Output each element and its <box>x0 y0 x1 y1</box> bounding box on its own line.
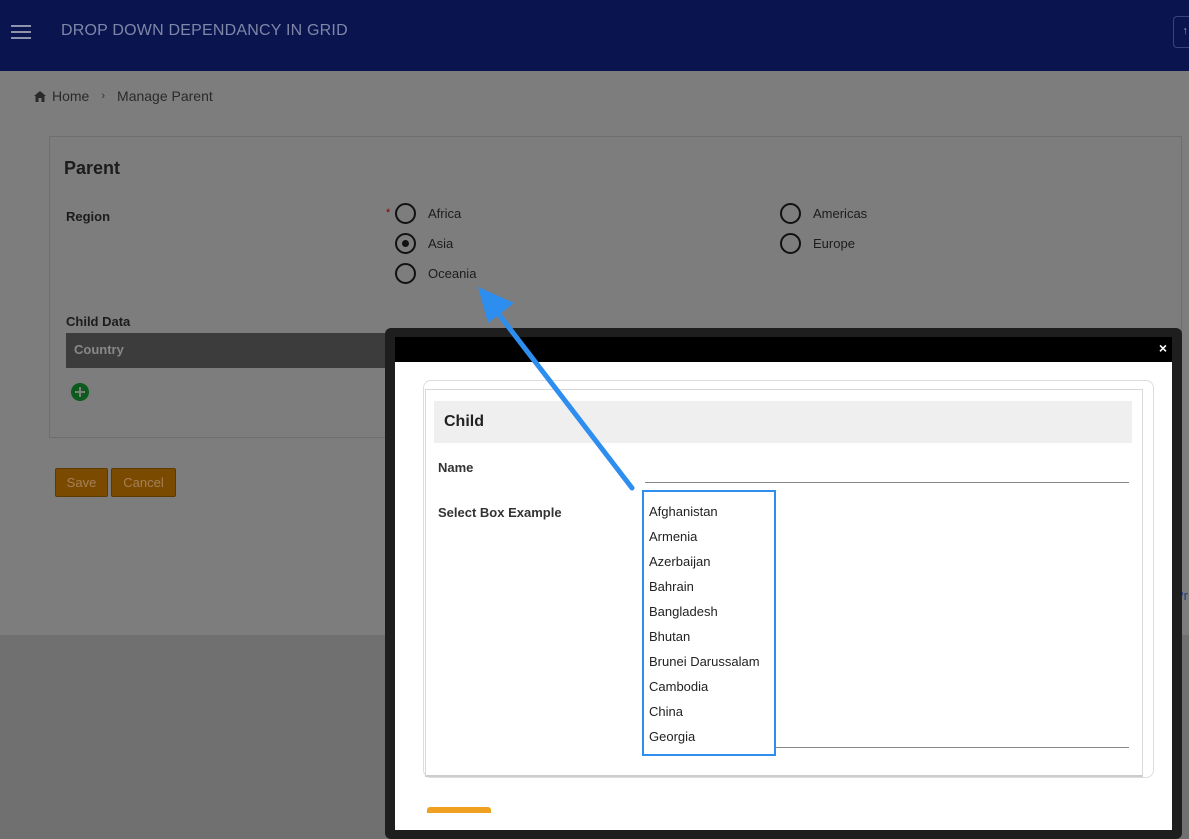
breadcrumb-current: Manage Parent <box>117 88 213 104</box>
save-button[interactable]: Save <box>55 468 108 497</box>
region-label: Region <box>66 209 111 224</box>
region-radio-africa[interactable]: Africa <box>395 203 461 224</box>
select-box-label: Select Box Example <box>438 505 562 520</box>
select-option[interactable]: Azerbaijan <box>644 552 774 577</box>
region-radio-oceania[interactable]: Oceania <box>395 263 476 284</box>
select-option[interactable]: Bahrain <box>644 577 774 602</box>
parent-title: Parent <box>64 158 121 178</box>
country-select-dropdown[interactable]: Afghanistan Armenia Azerbaijan Bahrain B… <box>642 490 776 756</box>
child-panel <box>425 389 1143 777</box>
close-icon[interactable]: × <box>1159 340 1167 356</box>
cancel-button[interactable]: Cancel <box>111 468 176 497</box>
radio-circle-selected[interactable] <box>395 233 416 254</box>
topbar-edge-arrow-icon: ↑ <box>1182 25 1189 37</box>
required-marker: * <box>386 207 391 219</box>
region-radio-europe[interactable]: Europe <box>780 233 855 254</box>
radio-circle[interactable] <box>395 203 416 224</box>
add-row-plus-icon[interactable] <box>71 383 89 401</box>
top-app-bar: DROP DOWN DEPENDANCY IN GRID ↑ <box>0 0 1189 71</box>
select-option[interactable]: Armenia <box>644 527 774 552</box>
child-data-label: Child Data <box>66 314 131 329</box>
breadcrumb-home-link[interactable]: Home <box>52 88 89 104</box>
select-option[interactable]: China <box>644 702 774 727</box>
modal-save-button[interactable] <box>427 807 491 813</box>
home-icon <box>34 90 46 102</box>
region-radio-label: Americas <box>813 206 868 221</box>
radio-circle[interactable] <box>780 203 801 224</box>
region-radio-americas[interactable]: Americas <box>780 203 867 224</box>
modal-titlebar: × <box>395 337 1172 362</box>
select-option[interactable]: Georgia <box>644 727 774 752</box>
select-option[interactable]: Bangladesh <box>644 602 774 627</box>
breadcrumb-separator: › <box>101 90 106 102</box>
select-option[interactable]: Brunei Darussalam <box>644 652 774 677</box>
select-option[interactable]: Cambodia <box>644 677 774 702</box>
radio-selected-dot <box>402 240 409 247</box>
region-radio-label: Africa <box>428 206 462 221</box>
grid-column-country[interactable]: Country <box>74 342 124 357</box>
child-panel-header: Child <box>434 401 1132 443</box>
region-radio-label: Oceania <box>428 266 477 281</box>
child-panel-title: Child <box>444 413 484 430</box>
app-title: DROP DOWN DEPENDANCY IN GRID <box>61 22 348 39</box>
region-radio-label: Europe <box>813 236 855 251</box>
radio-circle[interactable] <box>395 263 416 284</box>
select-option[interactable]: Bhutan <box>644 627 774 652</box>
hamburger-menu-icon[interactable] <box>11 25 31 39</box>
region-radio-label: Asia <box>428 236 454 251</box>
region-radio-asia[interactable]: Asia <box>395 233 453 254</box>
radio-circle[interactable] <box>780 233 801 254</box>
select-option[interactable]: Afghanistan <box>644 502 774 527</box>
child-grid-header: Country <box>66 333 396 368</box>
breadcrumb: Home › Manage Parent <box>34 88 213 104</box>
name-input[interactable] <box>645 458 1129 483</box>
name-label: Name <box>438 460 474 475</box>
